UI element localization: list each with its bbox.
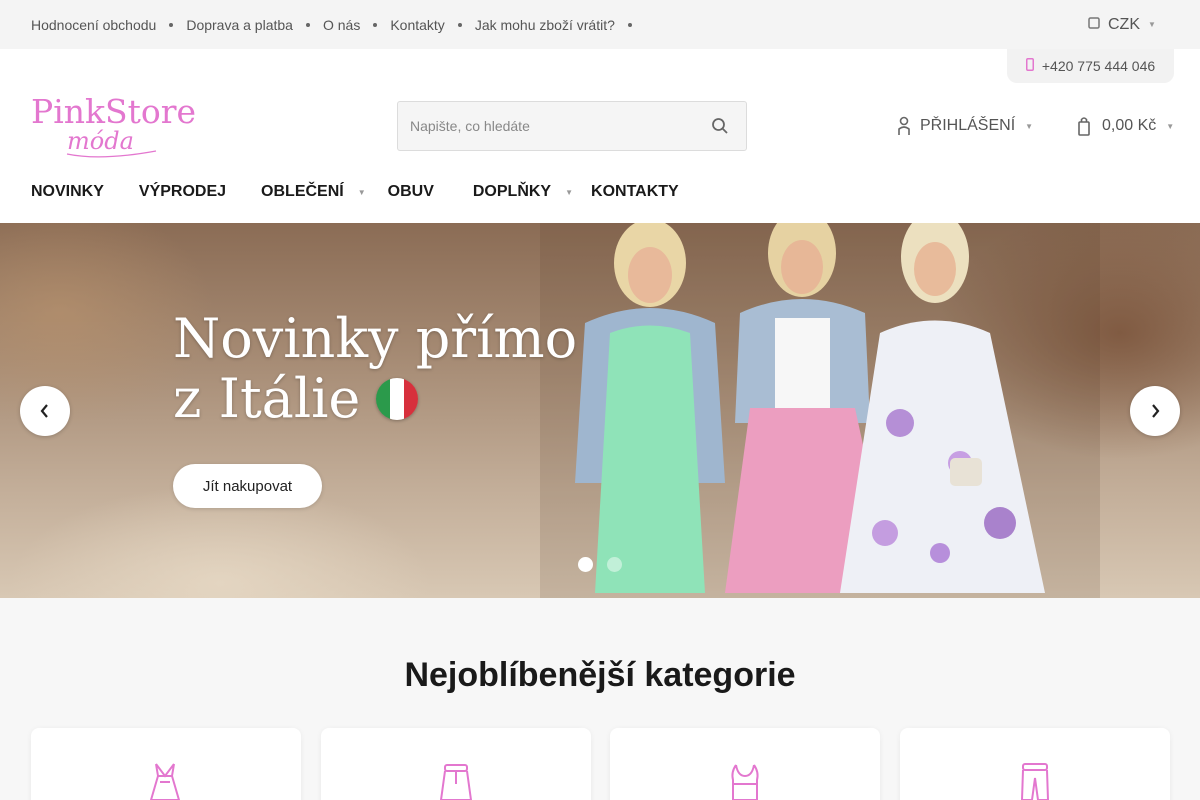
hero-title-line2-text: z Itálie [173, 367, 361, 430]
link-about-us[interactable]: O nás [323, 17, 360, 33]
cart-button[interactable]: 0,00 Kč ▼ [1078, 111, 1174, 141]
separator-dot [305, 22, 310, 27]
arrow-left-icon [40, 404, 48, 418]
hero-title-line2: z Itálie [173, 369, 577, 429]
nav-label: NOVINKY [31, 183, 104, 200]
category-card-dresses[interactable] [31, 728, 301, 800]
nav-label: VÝPRODEJ [138, 183, 227, 200]
link-shipping-payment[interactable]: Doprava a platba [186, 17, 293, 33]
hero-title-line1: Novinky přímo [173, 307, 578, 370]
slider-prev-button[interactable] [20, 386, 70, 436]
user-icon [898, 116, 910, 136]
store-logo[interactable]: PinkStore móda [31, 91, 196, 161]
chevron-down-icon: ▼ [565, 187, 574, 197]
arrow-right-icon [1152, 404, 1160, 418]
slider-dot[interactable] [607, 557, 622, 572]
search-box [397, 101, 747, 151]
hero-models-image [540, 223, 1100, 598]
pants-icon [1020, 763, 1050, 800]
logo-text: PinkStore [31, 92, 196, 131]
top-links: Hodnocení obchodu Doprava a platba O nás… [31, 0, 645, 49]
separator-dot [373, 22, 378, 27]
nav-item-doplnky[interactable]: DOPLŇKY ▼ [473, 183, 573, 201]
slider-next-button[interactable] [1130, 386, 1180, 436]
separator-dot [169, 22, 174, 27]
site-header: +420 775 444 046 PinkStore móda Přihláše… [0, 49, 1200, 223]
link-store-rating[interactable]: Hodnocení obchodu [31, 17, 156, 33]
search-icon[interactable] [708, 114, 732, 138]
skirt-icon [439, 764, 473, 800]
search-input[interactable] [398, 102, 698, 150]
nav-label: KONTAKTY [591, 183, 679, 200]
top-icon [731, 764, 759, 800]
login-label: Přihlášení [920, 117, 1016, 134]
nav-item-kontakty[interactable]: KONTAKTY [591, 183, 679, 201]
link-returns[interactable]: Jak mohu zboží vrátit? [475, 17, 615, 33]
nav-label: OBUV [387, 183, 434, 200]
chevron-down-icon: ▼ [1148, 20, 1156, 29]
nav-label: OBLEČENÍ [261, 183, 344, 200]
chevron-down-icon: ▼ [1166, 121, 1175, 131]
login-button[interactable]: Přihlášení ▼ [898, 111, 1033, 141]
shopping-bag-icon [1078, 116, 1090, 136]
phone-contact[interactable]: +420 775 444 046 [1007, 49, 1174, 83]
phone-icon [1025, 58, 1034, 74]
slider-pagination [578, 557, 636, 572]
chevron-down-icon: ▼ [1025, 121, 1034, 131]
logo-subtext: móda [67, 127, 134, 155]
italy-flag-icon [376, 378, 419, 420]
cart-total: 0,00 Kč [1102, 117, 1157, 134]
separator-dot [627, 22, 632, 27]
nav-label: DOPLŇKY [472, 183, 552, 200]
hero-banner[interactable]: Novinky přímo z Itálie Jít nakupovat [0, 223, 1200, 598]
categories-heading: Nejoblíbenější kategorie [404, 656, 796, 694]
dress-icon [149, 763, 181, 800]
nav-item-novinky[interactable]: NOVINKY [31, 183, 104, 201]
nav-item-vyprodej[interactable]: VÝPRODEJ [139, 183, 226, 201]
currency-label: CZK [1108, 15, 1140, 33]
phone-number: +420 775 444 046 [1041, 58, 1156, 74]
link-contacts[interactable]: Kontakty [390, 17, 444, 33]
nav-item-obuv[interactable]: OBUV [388, 183, 434, 201]
top-utility-bar: Hodnocení obchodu Doprava a platba O nás… [0, 0, 1200, 49]
category-card-tops[interactable] [610, 728, 880, 800]
category-card-pants[interactable] [900, 728, 1170, 800]
wallet-icon [1088, 16, 1100, 33]
shop-now-button[interactable]: Jít nakupovat [173, 464, 322, 508]
hero-title: Novinky přímo z Itálie [173, 309, 577, 429]
slider-dot[interactable] [578, 557, 593, 572]
chevron-down-icon: ▼ [357, 187, 366, 197]
category-cards [31, 728, 1170, 800]
currency-selector[interactable]: CZK ▼ [1088, 0, 1156, 49]
nav-item-obleceni[interactable]: OBLEČENÍ ▼ [261, 183, 366, 201]
category-card-skirts[interactable] [321, 728, 591, 800]
separator-dot [457, 22, 462, 27]
main-navigation: NOVINKY VÝPRODEJ OBLEČENÍ ▼ OBUV DOPLŇKY ▼… [31, 177, 679, 207]
